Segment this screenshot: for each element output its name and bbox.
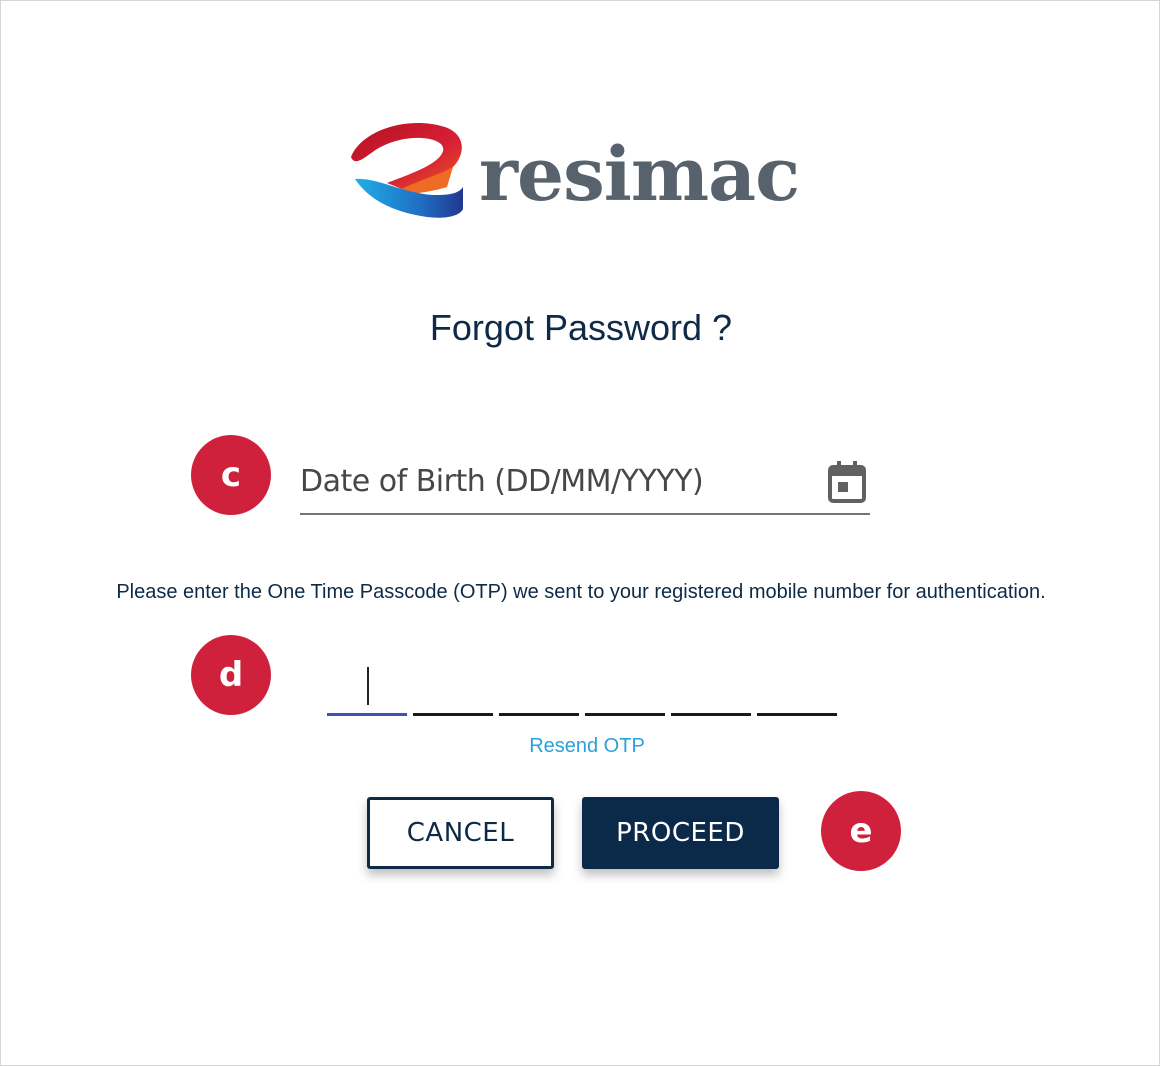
otp-digit-6[interactable]: [757, 661, 837, 716]
dob-field[interactable]: Date of Birth (DD/MM/YYYY): [300, 456, 870, 515]
annotation-badge-c: c: [191, 435, 271, 515]
brand-name: resimac: [479, 132, 800, 218]
cancel-button[interactable]: CANCEL: [367, 797, 554, 869]
annotation-badge-d: d: [191, 635, 271, 715]
page-frame: resimac Forgot Password ? c Date of Birt…: [0, 0, 1160, 1066]
otp-digit-3[interactable]: [499, 661, 579, 716]
otp-instruction: Please enter the One Time Passcode (OTP)…: [116, 581, 1046, 603]
otp-digit-2[interactable]: [413, 661, 493, 716]
resimac-logo-mark: [351, 122, 463, 218]
resend-otp-link[interactable]: Resend OTP: [1, 735, 1160, 758]
calendar-icon[interactable]: [828, 461, 866, 503]
annotation-badge-e: e: [821, 791, 901, 871]
text-cursor: [367, 667, 369, 705]
resimac-logo: resimac: [347, 117, 807, 225]
otp-digit-1[interactable]: [327, 661, 407, 716]
proceed-button[interactable]: PROCEED: [582, 797, 779, 869]
page-title: Forgot Password ?: [429, 307, 733, 348]
otp-digit-4[interactable]: [585, 661, 665, 716]
dob-label: Date of Birth (DD/MM/YYYY): [300, 464, 704, 499]
otp-digit-5[interactable]: [671, 661, 751, 716]
